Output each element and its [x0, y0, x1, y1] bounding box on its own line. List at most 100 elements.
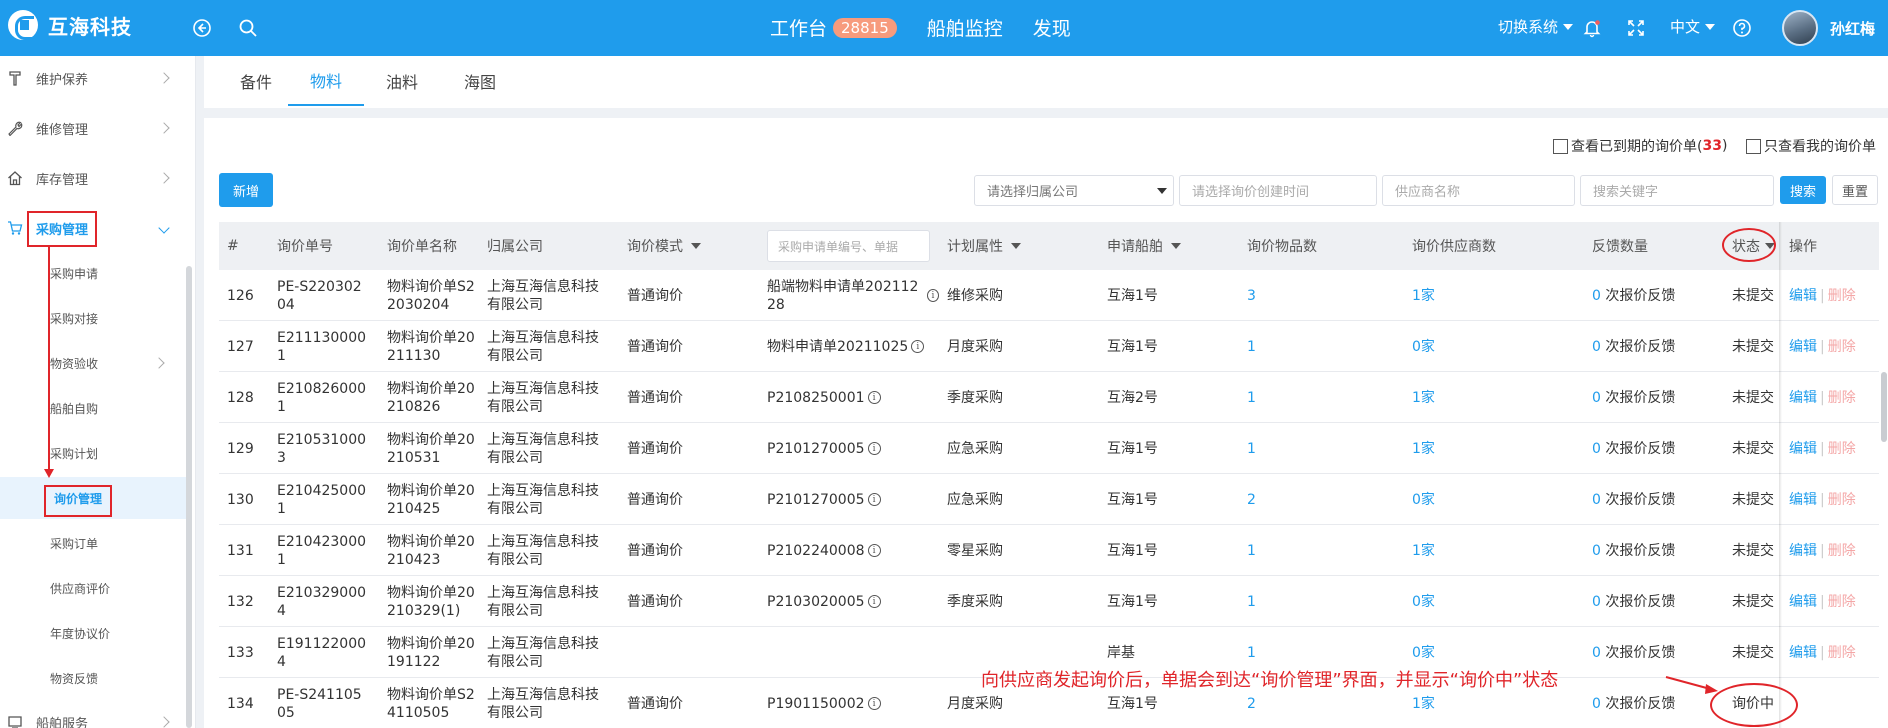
edit-link[interactable]: 编辑: [1789, 542, 1817, 560]
edit-link[interactable]: 编辑: [1789, 644, 1817, 662]
cell-feedback[interactable]: 0 次报价反馈: [1592, 678, 1675, 728]
sidebar-sub-ship-purchase[interactable]: 船舶自购: [0, 387, 186, 429]
cell-item-count[interactable]: 2: [1247, 474, 1256, 525]
sidebar-item-ship-service[interactable]: 船舶服务: [0, 702, 186, 728]
feedback-count[interactable]: 0: [1592, 542, 1601, 560]
feedback-count[interactable]: 0: [1592, 338, 1601, 356]
info-icon[interactable]: i: [867, 697, 881, 710]
cell-feedback[interactable]: 0 次报价反馈: [1592, 372, 1675, 423]
delete-link[interactable]: 删除: [1828, 644, 1856, 662]
sidebar-item-repair[interactable]: 维修管理: [0, 108, 186, 148]
delete-link[interactable]: 删除: [1828, 338, 1856, 356]
cell-item-count[interactable]: 1: [1247, 525, 1256, 576]
edit-link[interactable]: 编辑: [1789, 338, 1817, 356]
keyword-search-input[interactable]: 搜索关键字: [1580, 175, 1774, 206]
feedback-count[interactable]: 0: [1592, 440, 1601, 458]
edit-link[interactable]: 编辑: [1789, 389, 1817, 407]
info-icon[interactable]: i: [911, 340, 925, 353]
edit-link[interactable]: 编辑: [1789, 440, 1817, 458]
company-select[interactable]: 请选择归属公司: [974, 175, 1174, 206]
info-icon[interactable]: i: [867, 595, 881, 608]
logo[interactable]: 互海科技: [8, 10, 132, 40]
cell-supplier-count[interactable]: 0家: [1412, 474, 1435, 525]
cell-item-count[interactable]: 1: [1247, 576, 1256, 627]
sidebar-sub-material-feedback[interactable]: 物资反馈: [0, 657, 186, 699]
sidebar-sub-supplier-review[interactable]: 供应商评价: [0, 567, 186, 609]
sidebar-sub-purchase-plan[interactable]: 采购计划: [0, 432, 186, 474]
cell-supplier-count[interactable]: 0家: [1412, 576, 1435, 627]
main-scrollbar[interactable]: [1881, 372, 1887, 442]
cell-supplier-count[interactable]: 1家: [1412, 423, 1435, 474]
nav-discover[interactable]: 发现: [1033, 14, 1071, 41]
edit-link[interactable]: 编辑: [1789, 491, 1817, 509]
tab-oil[interactable]: 油料: [370, 56, 434, 106]
mine-checkbox[interactable]: [1746, 138, 1761, 154]
delete-link[interactable]: 删除: [1828, 491, 1856, 509]
cell-supplier-count[interactable]: 1家: [1412, 372, 1435, 423]
cell-item-count[interactable]: 1: [1247, 321, 1256, 372]
edit-link[interactable]: 编辑: [1789, 287, 1817, 305]
create-time-input[interactable]: 请选择询价创建时间: [1179, 175, 1377, 206]
tab-materials[interactable]: 物料: [288, 56, 364, 106]
expired-checkbox[interactable]: [1553, 138, 1568, 154]
help-icon[interactable]: [1728, 14, 1756, 42]
info-icon[interactable]: i: [867, 544, 881, 557]
cell-item-count[interactable]: 3: [1247, 270, 1256, 321]
cell-supplier-count[interactable]: 1家: [1412, 270, 1435, 321]
sidebar-item-inventory[interactable]: 库存管理: [0, 158, 186, 198]
cell-item-count[interactable]: 1: [1247, 423, 1256, 474]
bell-icon[interactable]: [1578, 14, 1606, 42]
avatar[interactable]: [1782, 10, 1818, 46]
nav-ship-monitor[interactable]: 船舶监控: [927, 14, 1003, 41]
delete-link[interactable]: 删除: [1828, 389, 1856, 407]
col-header-ship[interactable]: 申请船舶: [1107, 222, 1181, 270]
search-icon[interactable]: [234, 14, 262, 42]
feedback-count[interactable]: 0: [1592, 593, 1601, 611]
reset-button[interactable]: 重置: [1832, 175, 1878, 205]
info-icon[interactable]: i: [867, 442, 881, 455]
cell-feedback[interactable]: 0 次报价反馈: [1592, 270, 1675, 321]
col-header-plan[interactable]: 计划属性: [947, 222, 1021, 270]
feedback-count[interactable]: 0: [1592, 695, 1601, 713]
username[interactable]: 孙红梅: [1830, 18, 1875, 39]
delete-link[interactable]: 删除: [1828, 440, 1856, 458]
tab-charts[interactable]: 海图: [448, 56, 512, 106]
nav-workbench[interactable]: 工作台 28815: [770, 14, 897, 41]
expired-filter[interactable]: 查看已到期的询价单(33): [1553, 136, 1727, 156]
cell-feedback[interactable]: 0 次报价反馈: [1592, 423, 1675, 474]
cell-supplier-count[interactable]: 0家: [1412, 321, 1435, 372]
col-header-mode[interactable]: 询价模式: [627, 222, 701, 270]
mine-filter[interactable]: 只查看我的询价单: [1746, 136, 1876, 156]
edit-link[interactable]: 编辑: [1789, 593, 1817, 611]
sidebar-item-maintenance[interactable]: 维护保养: [0, 58, 186, 98]
cell-item-count[interactable]: 1: [1247, 372, 1256, 423]
delete-link[interactable]: 删除: [1828, 593, 1856, 611]
tab-spare-parts[interactable]: 备件: [224, 56, 288, 106]
sidebar-sub-acceptance[interactable]: 物资验收: [0, 342, 186, 384]
sidebar-sub-annual-price[interactable]: 年度协议价: [0, 612, 186, 654]
cell-feedback[interactable]: 0 次报价反馈: [1592, 321, 1675, 372]
info-icon[interactable]: i: [867, 493, 881, 506]
sidebar-sub-purchase-order[interactable]: 采购订单: [0, 522, 186, 564]
search-button[interactable]: 搜索: [1780, 176, 1826, 204]
cell-feedback[interactable]: 0 次报价反馈: [1592, 474, 1675, 525]
sidebar-sub-purchase-request[interactable]: 采购申请: [0, 252, 186, 294]
delete-link[interactable]: 删除: [1828, 287, 1856, 305]
delete-link[interactable]: 删除: [1828, 542, 1856, 560]
info-icon[interactable]: i: [867, 391, 881, 404]
fullscreen-icon[interactable]: [1622, 14, 1650, 42]
switch-system-dropdown[interactable]: 切换系统: [1498, 16, 1574, 37]
sidebar-sub-purchase-docking[interactable]: 采购对接: [0, 297, 186, 339]
feedback-count[interactable]: 0: [1592, 491, 1601, 509]
request-no-filter-input[interactable]: 采购申请单编号、单据: [767, 230, 930, 262]
feedback-count[interactable]: 0: [1592, 644, 1601, 662]
cell-feedback[interactable]: 0 次报价反馈: [1592, 525, 1675, 576]
cell-feedback[interactable]: 0 次报价反馈: [1592, 627, 1675, 678]
feedback-count[interactable]: 0: [1592, 287, 1601, 305]
cell-supplier-count[interactable]: 1家: [1412, 525, 1435, 576]
info-icon[interactable]: i: [926, 289, 939, 302]
feedback-count[interactable]: 0: [1592, 389, 1601, 407]
add-button[interactable]: 新增: [219, 173, 273, 207]
supplier-name-input[interactable]: 供应商名称: [1382, 175, 1575, 206]
back-circle-icon[interactable]: [188, 14, 216, 42]
